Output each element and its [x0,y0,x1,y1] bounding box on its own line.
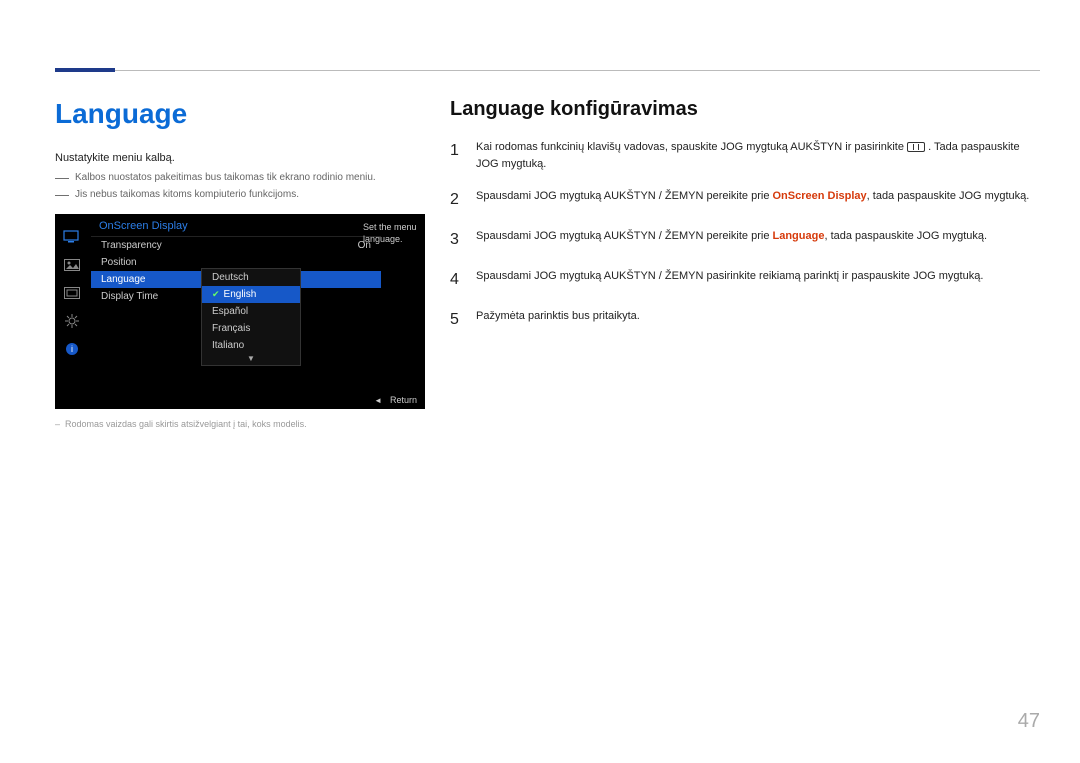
submenu-label: English [224,289,257,300]
note-2: ― Jis nebus taikomas kitoms kompiuterio … [55,189,425,200]
left-column: Language Nustatykite meniu kalbą. ― Kalb… [55,98,425,429]
osd-row-label: Position [101,257,137,268]
picture-icon [63,258,81,272]
step-3: 3 Spausdami JOG mygtuką AUKŠTYN / ŽEMYN … [450,228,1040,252]
step-number: 5 [450,308,462,332]
osd-help-text: Set the menu language. [363,222,419,245]
page-number: 47 [1018,710,1040,733]
step-text: Spausdami JOG mygtuką AUKŠTYN / ŽEMYN pe… [476,228,1040,252]
step-number: 1 [450,139,462,172]
note-2-text: Jis nebus taikomas kitoms kompiuterio fu… [75,189,299,200]
step-number: 3 [450,228,462,252]
menu-jog-icon [907,142,925,152]
step-3-text-a: Spausdami JOG mygtuką AUKŠTYN / ŽEMYN pe… [476,230,773,242]
osd-panel: i OnScreen Display Transparency On Posit… [55,214,425,409]
top-rule [55,70,1040,71]
accent-bar [55,68,115,72]
submenu-label: Español [212,306,248,317]
submenu-label: Italiano [212,340,244,351]
step-3-text-b: , tada paspauskite JOG mygtuką. [824,230,987,242]
step-2-text-a: Spausdami JOG mygtuką AUKŠTYN / ŽEMYN pe… [476,190,773,202]
osd-return-label: Return [390,395,417,405]
heading-language: Language [55,98,425,130]
step-3-highlight: Language [773,230,825,242]
osd-sidebar: i [61,230,83,356]
dash-icon: ― [55,172,69,183]
osd-footer: ◄ Return [374,395,417,405]
svg-text:i: i [71,344,73,354]
step-2: 2 Spausdami JOG mygtuką AUKŠTYN / ŽEMYN … [450,188,1040,212]
osd-row-label: Display Time [101,291,158,302]
dash-icon: ― [55,189,69,200]
step-text: Pažymėta parinktis bus pritaikyta. [476,308,1040,332]
submenu-label: Français [212,323,250,334]
check-icon: ✔ [212,289,220,300]
dash-icon: – [55,419,60,429]
step-text: Kai rodomas funkcinių klavišų vadovas, s… [476,139,1040,172]
submenu-item-italiano: Italiano [202,337,300,354]
submenu-item-espanol: Español [202,303,300,320]
note-1-text: Kalbos nuostatos pakeitimas bus taikomas… [75,172,376,183]
osd-help-line2: language. [363,234,419,246]
step-5: 5 Pažymėta parinktis bus pritaikyta. [450,308,1040,332]
step-number: 2 [450,188,462,212]
step-text: Spausdami JOG mygtuką AUKŠTYN / ŽEMYN pa… [476,268,1040,292]
osd-submenu: Deutsch ✔ English Español Français Itali… [201,268,301,366]
step-number: 4 [450,268,462,292]
monitor-icon [63,230,81,244]
chevron-down-icon: ▼ [202,354,300,365]
right-column: Language konfigūravimas 1 Kai rodomas fu… [450,98,1040,348]
display-frame-icon [63,286,81,300]
osd-row-transparency: Transparency On [91,237,381,254]
step-1: 1 Kai rodomas funkcinių klavišų vadovas,… [450,139,1040,172]
step-2-highlight: OnScreen Display [773,190,867,202]
image-note-text: Rodomas vaizdas gali skirtis atsižvelgia… [65,419,307,429]
osd-row-label: Language [101,274,146,285]
osd-help-line1: Set the menu [363,222,419,234]
osd-title: OnScreen Display [91,214,381,237]
back-arrow-icon: ◄ [374,396,382,405]
gear-icon [63,314,81,328]
step-4: 4 Spausdami JOG mygtuką AUKŠTYN / ŽEMYN … [450,268,1040,292]
submenu-label: Deutsch [212,272,249,283]
submenu-item-deutsch: Deutsch [202,269,300,286]
step-2-text-b: , tada paspauskite JOG mygtuką. [867,190,1030,202]
image-note: – Rodomas vaizdas gali skirtis atsižvelg… [55,419,425,429]
osd-row-label: Transparency [101,240,162,251]
step-1-text-a: Kai rodomas funkcinių klavišų vadovas, s… [476,141,907,153]
submenu-item-francais: Français [202,320,300,337]
submenu-item-english: ✔ English [202,286,300,303]
note-1: ― Kalbos nuostatos pakeitimas bus taikom… [55,172,425,183]
heading-config: Language konfigūravimas [450,98,1040,121]
step-text: Spausdami JOG mygtuką AUKŠTYN / ŽEMYN pe… [476,188,1040,212]
info-icon: i [63,342,81,356]
intro-text: Nustatykite meniu kalbą. [55,152,425,164]
